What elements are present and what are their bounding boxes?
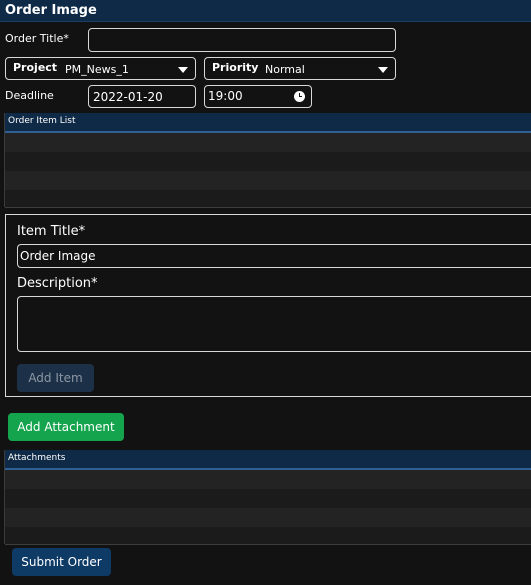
- order-item-list-grid: Order Item List: [4, 113, 531, 208]
- priority-value: Normal: [265, 63, 305, 76]
- clock-icon[interactable]: [294, 91, 305, 102]
- deadline-time-value: 19:00: [208, 89, 243, 103]
- table-row[interactable]: [5, 190, 531, 208]
- order-item-list-title: Order Item List: [8, 116, 76, 126]
- order-title-label: Order Title*: [5, 32, 69, 45]
- item-title-label: Item Title*: [17, 224, 86, 239]
- order-title-input[interactable]: [88, 28, 396, 52]
- priority-select[interactable]: Priority Normal: [204, 57, 396, 80]
- item-panel: Item Title* Description* Add Item: [5, 214, 531, 397]
- project-label: Project: [13, 61, 58, 74]
- table-row[interactable]: [5, 508, 531, 528]
- title-bar: Order Image: [0, 0, 531, 22]
- table-row[interactable]: [5, 171, 531, 191]
- submit-order-button[interactable]: Submit Order: [12, 548, 111, 576]
- table-row[interactable]: [5, 527, 531, 545]
- chevron-down-icon: [178, 67, 188, 73]
- table-row[interactable]: [5, 133, 531, 153]
- table-row[interactable]: [5, 152, 531, 172]
- order-item-list-header: Order Item List: [5, 113, 531, 133]
- attachments-title: Attachments: [8, 453, 66, 463]
- project-select[interactable]: Project PM_News_1: [5, 57, 196, 80]
- table-row[interactable]: [5, 470, 531, 490]
- deadline-date-input[interactable]: [88, 85, 196, 108]
- window-title: Order Image: [5, 3, 97, 18]
- description-input[interactable]: [17, 296, 531, 352]
- item-title-input[interactable]: [17, 244, 531, 268]
- description-label: Description*: [17, 276, 98, 291]
- priority-label: Priority: [212, 61, 259, 74]
- attachments-header: Attachments: [5, 450, 531, 470]
- add-item-button[interactable]: Add Item: [17, 364, 94, 392]
- table-row[interactable]: [5, 489, 531, 509]
- add-attachment-button[interactable]: Add Attachment: [8, 413, 124, 441]
- deadline-time-input[interactable]: 19:00: [204, 85, 312, 108]
- deadline-label: Deadline: [5, 89, 54, 102]
- project-value: PM_News_1: [65, 63, 129, 76]
- chevron-down-icon: [378, 67, 388, 73]
- attachments-grid: Attachments: [4, 450, 531, 545]
